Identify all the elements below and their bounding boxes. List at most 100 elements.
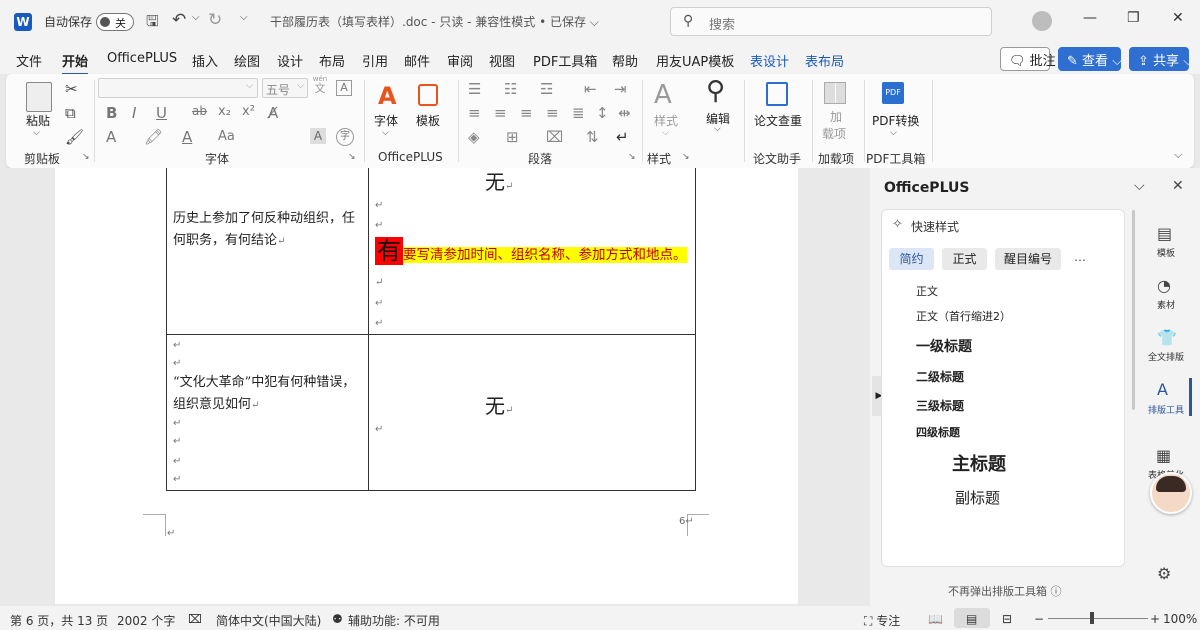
character-shading-icon[interactable]: A [310, 128, 326, 144]
comments-button[interactable]: 🗨 批注 [1000, 47, 1056, 71]
language[interactable]: 简体中文(中国大陆) [216, 612, 321, 629]
font-launcher-icon[interactable]: ↘ [348, 152, 356, 162]
change-case-icon[interactable]: Aa [218, 129, 235, 144]
do-not-show-link[interactable]: 不再弹出排版工具箱 ⓘ [948, 583, 1062, 599]
tab-review[interactable]: 审阅 [447, 51, 473, 70]
phonetic-guide-icon[interactable]: wén 文 [310, 76, 330, 95]
justify-icon[interactable]: ≡ [546, 104, 559, 122]
align-right-icon[interactable]: ≡ [520, 104, 533, 122]
assistant-avatar[interactable] [1150, 472, 1192, 514]
font-size-select[interactable]: 五号 ⌵ [262, 78, 308, 98]
zoom-in-icon[interactable]: + [1150, 612, 1160, 626]
align-left-icon[interactable]: ≡ [468, 104, 481, 122]
settings-gear-icon[interactable]: ⚙ [1157, 564, 1171, 583]
ribbon-collapse-icon[interactable]: ⌵ [1174, 148, 1182, 162]
page-count[interactable]: 第 6 页，共 13 页 [10, 612, 108, 629]
paste-dropdown-icon[interactable]: ⌵ [33, 128, 40, 138]
web-layout-icon[interactable]: ⊟ [1002, 612, 1012, 626]
multilevel-list-icon[interactable]: ☲ [540, 80, 553, 98]
account-avatar-icon[interactable] [1032, 11, 1052, 31]
close-icon[interactable]: ✕ [1172, 10, 1184, 26]
tab-references[interactable]: 引用 [362, 51, 388, 70]
styles-button[interactable]: 样式 [654, 112, 678, 129]
template-icon[interactable] [418, 84, 438, 106]
paste-button[interactable]: 粘贴 [26, 112, 50, 129]
text-effects-icon[interactable]: A [106, 128, 116, 146]
sort-icon[interactable]: ⇅ [586, 128, 599, 146]
style-chip-simple[interactable]: 简约 [889, 248, 934, 270]
addins-button[interactable]: 加 [828, 110, 844, 125]
tab-design[interactable]: 设计 [277, 51, 303, 70]
minimize-icon[interactable]: — [1083, 10, 1097, 26]
tab-officeplus[interactable]: OfficePLUS [107, 51, 177, 66]
tab-file[interactable]: 文件 [16, 51, 42, 70]
proofing-icon[interactable]: ⌧ [188, 612, 202, 626]
styles-launcher-icon[interactable]: ↘ [682, 152, 690, 162]
style-subtitle[interactable]: 副标题 [955, 487, 1000, 508]
more-chips-icon[interactable]: … [1074, 250, 1086, 264]
tab-insert[interactable]: 插入 [192, 51, 218, 70]
decrease-indent-icon[interactable]: ⇤ [584, 80, 597, 98]
subscript-icon[interactable]: x₂ [218, 104, 231, 119]
tab-help[interactable]: 帮助 [612, 51, 638, 70]
read-mode-icon[interactable]: 📖 [928, 612, 943, 626]
undo-dropdown-icon[interactable]: ⌵ [192, 12, 200, 23]
format-painter-icon[interactable]: 🖌 [65, 128, 84, 146]
show-marks-icon[interactable]: ↵ [616, 128, 629, 146]
document-page[interactable]: 历史上参加了何反种动组织，任何职务，有何结论↵ 无↵ ↵ ↵ 有要写清参加时间、… [55, 168, 798, 604]
font-color-icon[interactable]: A [182, 128, 192, 146]
copy-icon[interactable]: ⧉ [65, 104, 76, 122]
superscript-icon[interactable]: x² [242, 104, 255, 119]
tab-table-layout[interactable]: 表布局 [805, 51, 844, 70]
search-box[interactable]: ⚲ 搜索 [670, 7, 992, 36]
officeplus-font-icon[interactable]: A [378, 82, 397, 110]
cut-icon[interactable]: ✂ [65, 80, 78, 98]
layout-tools-rail-icon[interactable]: A [1157, 380, 1168, 399]
table-beautify-rail-icon[interactable]: ▦ [1156, 446, 1171, 465]
style-chip-numbered[interactable]: 醒目编号 [995, 248, 1061, 270]
officeplus-template-button[interactable]: 模板 [416, 112, 440, 129]
find-magnifier-icon[interactable]: ⚲ [706, 76, 725, 106]
asian-layout-icon[interactable]: ⇹ [618, 104, 631, 122]
accessibility-status[interactable]: 辅助功能: 不可用 [348, 612, 440, 629]
underline-icon[interactable]: U [156, 104, 167, 122]
paper-check-icon[interactable] [766, 82, 788, 106]
line-spacing-icon[interactable]: ↕ [596, 104, 609, 122]
share-button[interactable]: ⇪ 共享 ⌵ [1129, 47, 1193, 71]
edit-dropdown-icon[interactable]: ⌵ [714, 124, 721, 134]
addins-button-line2[interactable]: 载项 [822, 125, 846, 142]
table-cell-question-2[interactable]: “文化大革命”中犯有何种错误，组织意见如何↵ [173, 372, 367, 417]
shading-icon[interactable]: ◈ [468, 128, 480, 146]
bullets-icon[interactable]: ☰ [468, 80, 481, 98]
highlighted-instruction[interactable]: 有要写清参加时间、组织名称、参加方式和地点。↵ [375, 237, 689, 296]
accessibility-icon[interactable]: ⚉ [332, 612, 343, 626]
tab-layout[interactable]: 布局 [319, 51, 345, 70]
style-heading-4[interactable]: 四级标题 [916, 424, 960, 440]
table-cell-answer-none-2[interactable]: 无↵ [485, 390, 513, 419]
zoom-level[interactable]: 100% [1163, 612, 1197, 626]
enclose-characters-icon[interactable]: 字 [336, 128, 354, 146]
addins-grid-icon[interactable] [824, 82, 846, 104]
autosave-toggle[interactable]: 关 [96, 13, 134, 31]
qat-more-icon[interactable]: ⌵ [240, 12, 248, 23]
pdf-dropdown-icon[interactable]: ⌵ [890, 128, 897, 138]
paper-check-button[interactable]: 论文查重 [754, 112, 802, 129]
style-heading-1[interactable]: 一级标题 [916, 336, 972, 356]
zoom-out-icon[interactable]: − [1034, 612, 1044, 626]
view-mode-button[interactable]: ✎ 查看 ⌵ [1058, 47, 1122, 71]
numbering-icon[interactable]: ☷ [504, 80, 517, 98]
full-layout-rail-icon[interactable]: 👕 [1157, 328, 1177, 347]
bold-icon[interactable]: B [106, 104, 117, 122]
highlight-color-icon[interactable]: 🖍 [144, 128, 163, 146]
rail-layout-tools[interactable]: 排版工具 [1141, 403, 1191, 416]
borders-icon[interactable]: ⊞ [506, 128, 519, 146]
pane-scrollbar[interactable] [1132, 210, 1135, 410]
tab-draw[interactable]: 绘图 [234, 51, 260, 70]
character-border-icon[interactable]: A [336, 80, 352, 96]
save-icon[interactable]: 🖫 [146, 11, 159, 36]
clear-formatting-icon[interactable]: A̸ [268, 104, 278, 122]
officeplus-font-button[interactable]: 字体 [374, 112, 398, 129]
styles-gallery-icon[interactable]: A [654, 80, 672, 110]
tab-home[interactable]: 开始 [62, 51, 89, 76]
increase-indent-icon[interactable]: ⇥ [614, 80, 627, 98]
